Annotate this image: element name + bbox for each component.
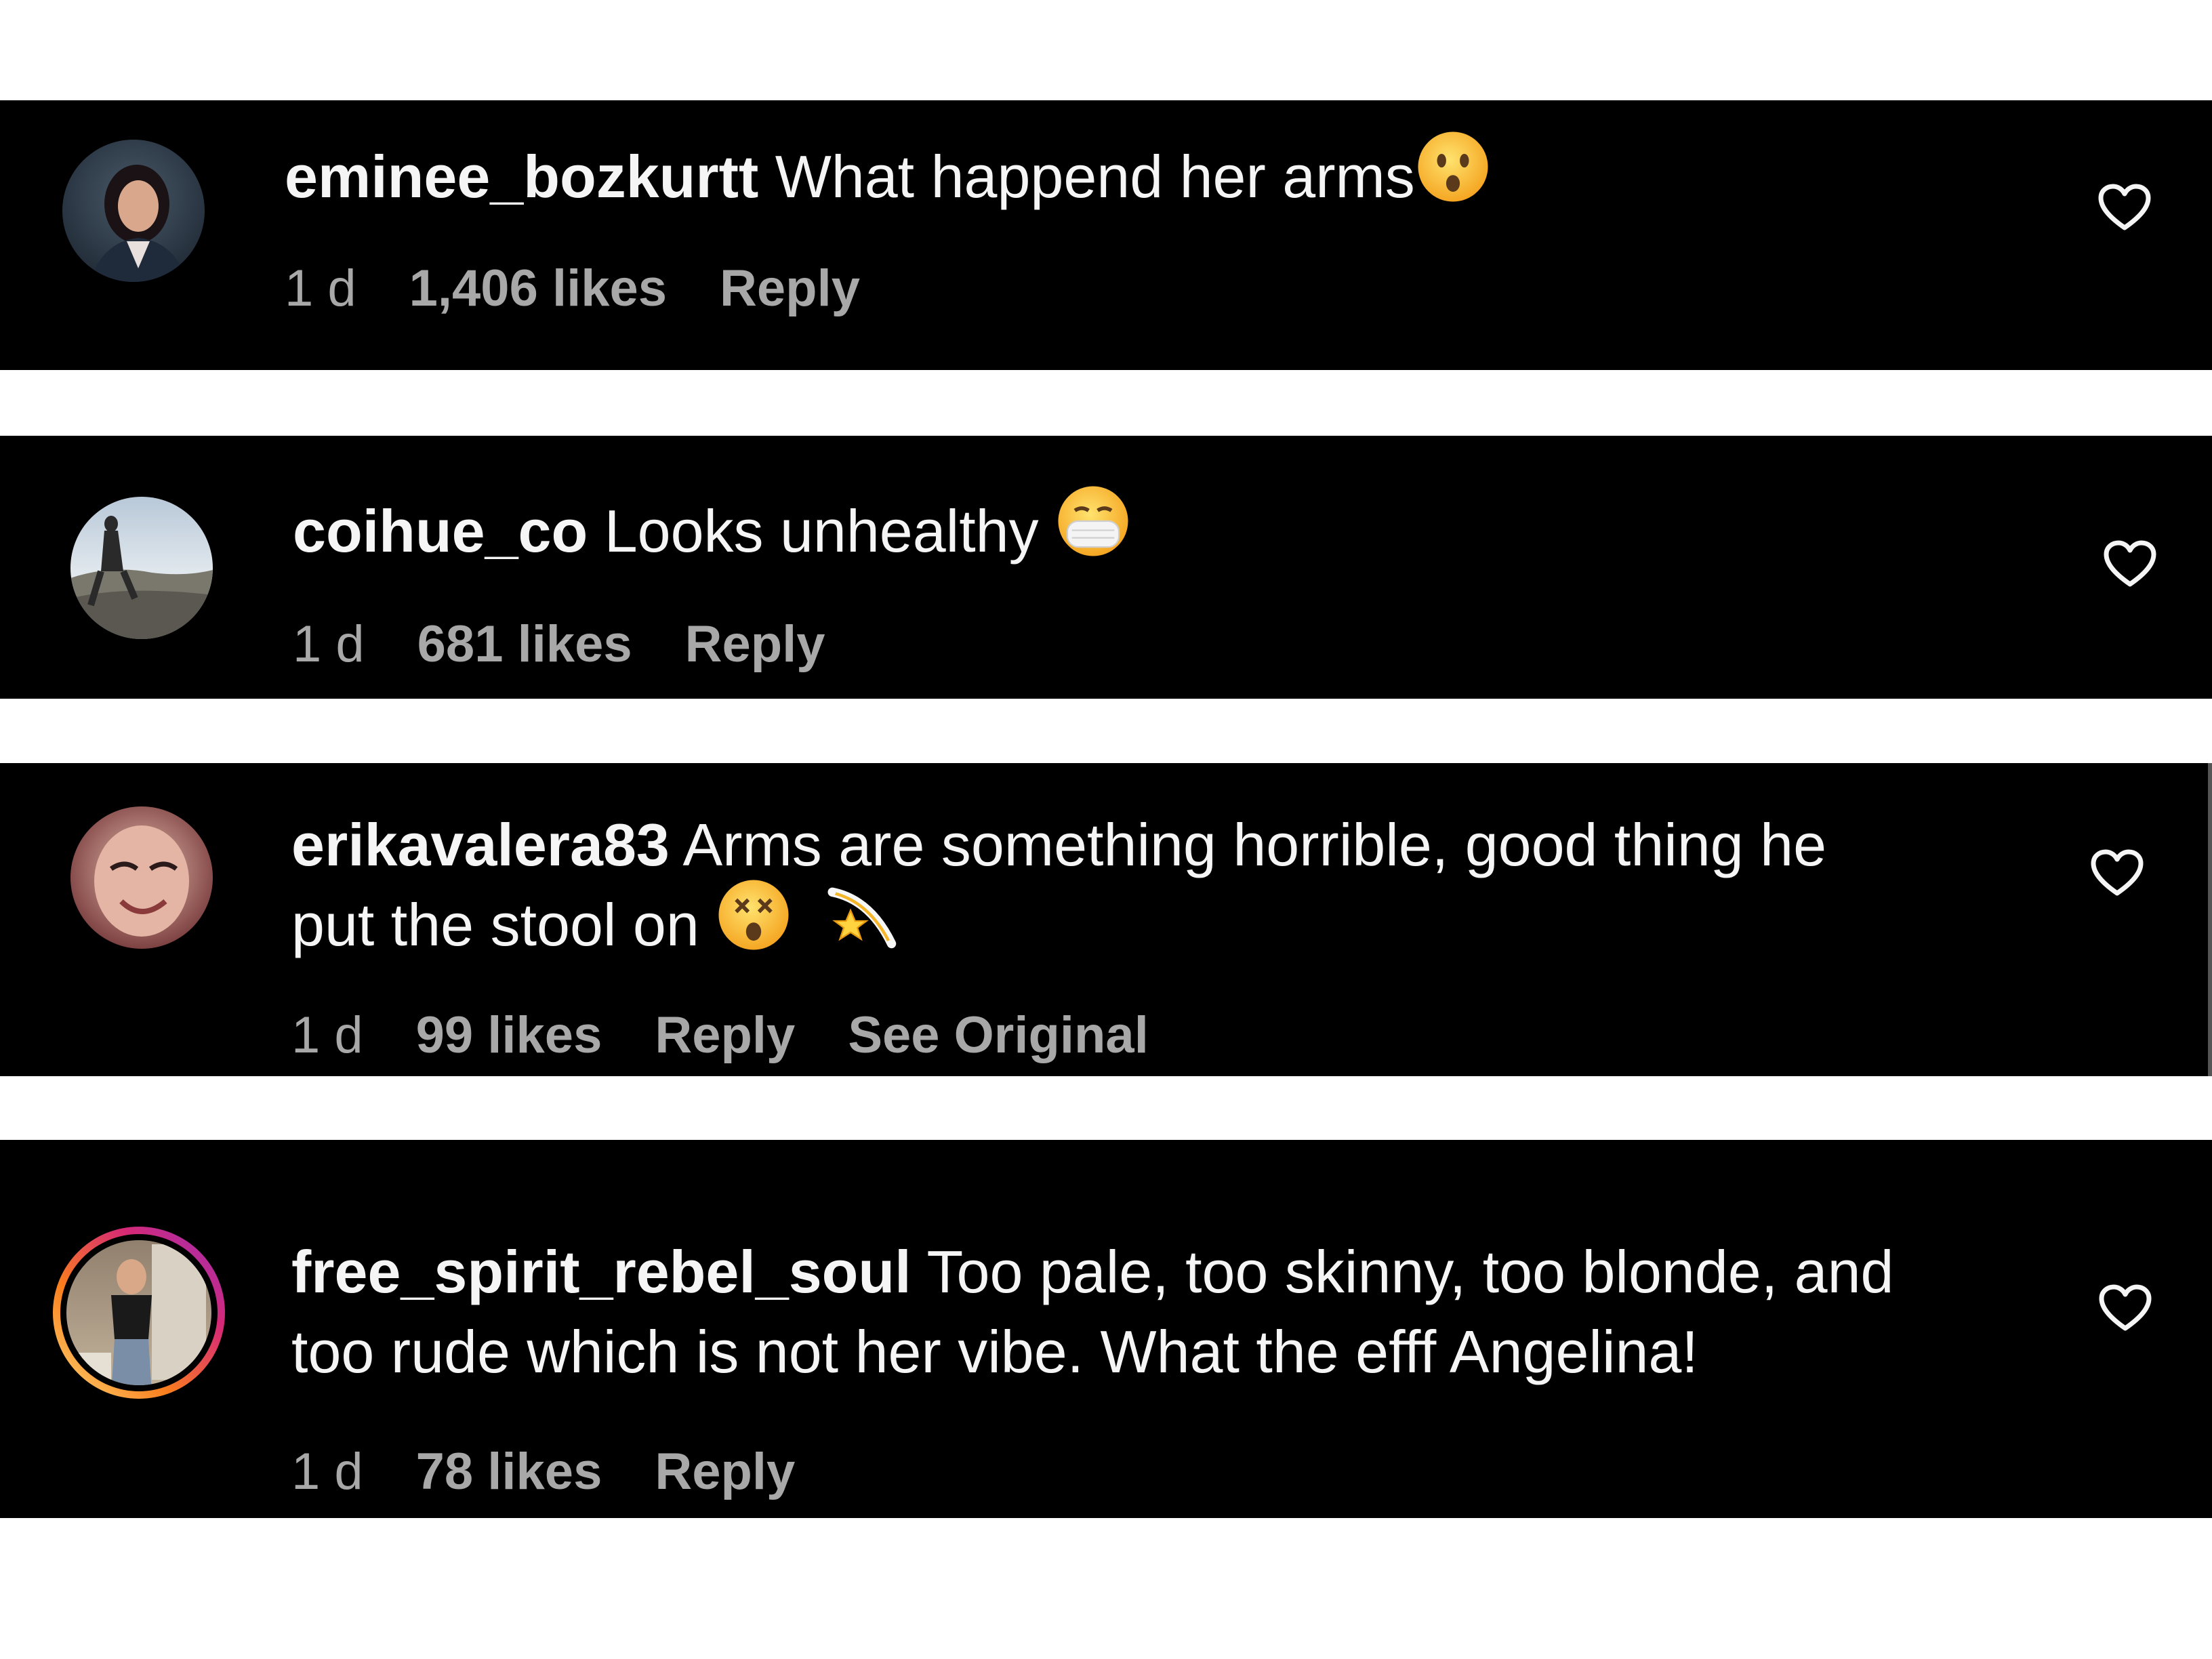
comment-username[interactable]: erikavalera83 xyxy=(291,811,670,878)
comment-meta: 1 d 681 likes Reply xyxy=(293,611,878,678)
profile-photo xyxy=(70,497,213,639)
comment-card: erikavalera83 Arms are something horribl… xyxy=(0,763,2212,1076)
comment-username[interactable]: coihue_co xyxy=(293,497,588,565)
comment-body-line1: Too pale, too skinny, too blonde, and xyxy=(926,1238,1894,1305)
likes-count[interactable]: 681 likes xyxy=(417,615,632,673)
see-original-button[interactable]: See Original xyxy=(848,1006,1149,1064)
face-with-medical-mask-emoji xyxy=(1055,483,1131,579)
comment-body: What happend her arms xyxy=(775,143,1415,210)
heart-outline-icon[interactable] xyxy=(2103,539,2157,588)
reply-button[interactable]: Reply xyxy=(655,1443,795,1500)
comment-body-line2: too rude which is not her vibe. What the… xyxy=(291,1318,1698,1385)
comment-card: eminee_bozkurtt What happend her arms 1 … xyxy=(0,100,2212,370)
comment-meta: 1 d 1,406 likes Reply xyxy=(285,255,913,323)
comment-meta: 1 d 78 likes Reply xyxy=(291,1438,848,1506)
comment-card: coihue_co Looks unhealthy 1 d 681 likes Re… xyxy=(0,436,2212,699)
comment-text: erikavalera83 Arms are something horribl… xyxy=(291,805,2067,972)
profile-photo xyxy=(70,806,213,949)
dizzy-face-emoji xyxy=(716,877,792,972)
comment-timestamp: 1 d xyxy=(285,260,356,317)
reply-button[interactable]: Reply xyxy=(720,260,860,317)
comment-text: eminee_bozkurtt What happend her arms xyxy=(285,131,2047,224)
comment-timestamp: 1 d xyxy=(293,615,365,673)
comment-body-line2: put the stool on xyxy=(291,891,699,958)
comment-username[interactable]: free_spirit_rebel_soul xyxy=(291,1238,912,1305)
avatar[interactable] xyxy=(62,140,205,282)
comment-timestamp: 1 d xyxy=(291,1006,363,1064)
reply-button[interactable]: Reply xyxy=(685,615,825,673)
avatar[interactable] xyxy=(70,497,213,639)
comment-text: coihue_co Looks unhealthy xyxy=(293,486,2055,579)
comment-body: Looks unhealthy xyxy=(604,497,1039,565)
dizzy-star-emoji xyxy=(825,877,901,972)
comment-card: free_spirit_rebel_soul Too pale, too ski… xyxy=(0,1140,2212,1518)
astonished-face-emoji xyxy=(1415,129,1491,224)
comment-username[interactable]: eminee_bozkurtt xyxy=(285,143,758,210)
comment-timestamp: 1 d xyxy=(291,1443,363,1500)
likes-count[interactable]: 99 likes xyxy=(416,1006,602,1064)
profile-photo xyxy=(53,1227,225,1399)
reply-button[interactable]: Reply xyxy=(655,1006,795,1064)
scrollbar-edge xyxy=(2208,763,2212,1076)
avatar[interactable] xyxy=(70,806,213,949)
heart-outline-icon[interactable] xyxy=(2098,1284,2152,1332)
heart-outline-icon[interactable] xyxy=(2097,183,2152,232)
story-ring-avatar[interactable] xyxy=(50,1224,228,1401)
comment-body-line1: Arms are something horrible, good thing … xyxy=(682,811,1827,878)
likes-count[interactable]: 78 likes xyxy=(416,1443,602,1500)
heart-outline-icon[interactable] xyxy=(2090,848,2144,897)
profile-photo xyxy=(62,140,205,282)
comment-text: free_spirit_rebel_soul Too pale, too ski… xyxy=(291,1232,2067,1392)
comment-meta: 1 d 99 likes Reply See Original xyxy=(291,1002,1202,1069)
likes-count[interactable]: 1,406 likes xyxy=(409,260,667,317)
